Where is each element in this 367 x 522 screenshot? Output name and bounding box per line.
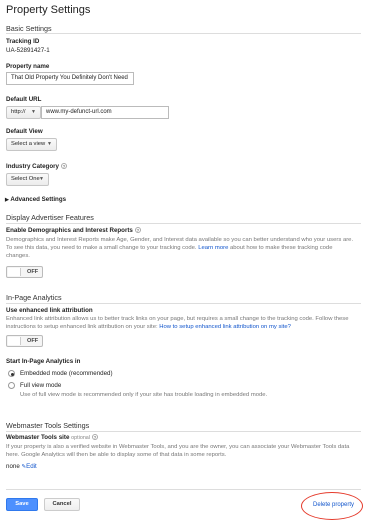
divider: [6, 431, 361, 432]
default-url-label: Default URL: [6, 96, 42, 103]
full-view-description: Use of full view mode is recommended onl…: [20, 392, 268, 398]
chevron-down-icon: ▼: [39, 176, 44, 182]
industry-category-label: Industry Category?: [6, 163, 67, 170]
industry-category-text: Industry Category: [6, 163, 59, 170]
chevron-down-icon: ▼: [31, 109, 36, 115]
tracking-id-label: Tracking ID: [6, 38, 40, 45]
toggle-state: OFF: [27, 338, 39, 344]
help-icon[interactable]: ?: [134, 227, 141, 234]
webmaster-value-row: none ✎Edit: [6, 463, 37, 470]
protocol-value: http://: [11, 109, 26, 115]
enhanced-link-help-link[interactable]: How to setup enhanced link attribution o…: [159, 324, 291, 330]
demographics-description: Demographics and Interest Reports make A…: [6, 236, 358, 261]
webmaster-tools-heading: Webmaster Tools Settings: [6, 421, 90, 430]
webmaster-site-text: Webmaster Tools site: [6, 434, 70, 441]
save-button[interactable]: Save: [6, 498, 38, 511]
in-page-analytics-heading: In-Page Analytics: [6, 293, 62, 302]
toggle-knob: [8, 268, 21, 276]
webmaster-site-label: Webmaster Tools site optional?: [6, 434, 99, 441]
help-icon[interactable]: ?: [60, 163, 67, 170]
demographics-label: Enable Demographics and Interest Reports…: [6, 227, 141, 234]
default-url-input[interactable]: www.my-defunct-url.com: [41, 106, 169, 119]
learn-more-link[interactable]: Learn more: [198, 245, 228, 251]
enhanced-link-description: Enhanced link attribution allows us to b…: [6, 315, 358, 331]
protocol-select[interactable]: http:// ▼: [6, 106, 41, 119]
divider: [6, 33, 361, 34]
default-view-label: Default View: [6, 128, 43, 135]
default-view-select[interactable]: Select a view ▼: [6, 138, 57, 151]
advanced-settings-toggle[interactable]: ▶ Advanced Settings: [5, 196, 66, 203]
radio-embedded-label[interactable]: Embedded mode (recommended): [20, 370, 113, 377]
start-in-page-label: Start In-Page Analytics in: [6, 358, 81, 365]
webmaster-site-value: none: [6, 463, 20, 470]
radio-full-view[interactable]: [8, 382, 15, 389]
industry-category-select[interactable]: Select One ▼: [6, 173, 49, 186]
basic-settings-heading: Basic Settings: [6, 24, 52, 33]
radio-full-view-label[interactable]: Full view mode: [20, 382, 61, 389]
property-name-input[interactable]: That Old Property You Definitely Don't N…: [6, 72, 134, 85]
property-name-label: Property name: [6, 63, 50, 70]
toggle-knob: [8, 337, 21, 345]
default-view-value: Select a view: [11, 141, 46, 147]
toggle-state: OFF: [27, 269, 39, 275]
advertiser-features-heading: Display Advertiser Features: [6, 213, 94, 222]
webmaster-description: If your property is also a verified webs…: [6, 444, 350, 459]
demographics-text: Enable Demographics and Interest Reports: [6, 227, 133, 234]
enhanced-link-toggle[interactable]: OFF: [6, 335, 43, 347]
optional-tag: optional: [71, 435, 91, 441]
cancel-button[interactable]: Cancel: [44, 498, 80, 511]
chevron-down-icon: ▼: [47, 141, 52, 147]
highlight-ellipse: [301, 492, 363, 520]
divider: [6, 489, 361, 490]
page-title: Property Settings: [6, 4, 91, 16]
enhanced-link-label: Use enhanced link attribution: [6, 307, 93, 314]
triangle-right-icon: ▶: [5, 197, 9, 203]
webmaster-edit-link[interactable]: Edit: [26, 463, 37, 470]
divider: [6, 223, 361, 224]
tracking-id-value: UA-52891427-1: [6, 47, 50, 54]
industry-category-value: Select One: [11, 176, 40, 182]
help-icon[interactable]: ?: [92, 434, 99, 441]
demographics-toggle[interactable]: OFF: [6, 266, 43, 278]
radio-embedded[interactable]: [8, 370, 15, 377]
divider: [6, 303, 361, 304]
advanced-settings-label: Advanced Settings: [10, 196, 67, 203]
